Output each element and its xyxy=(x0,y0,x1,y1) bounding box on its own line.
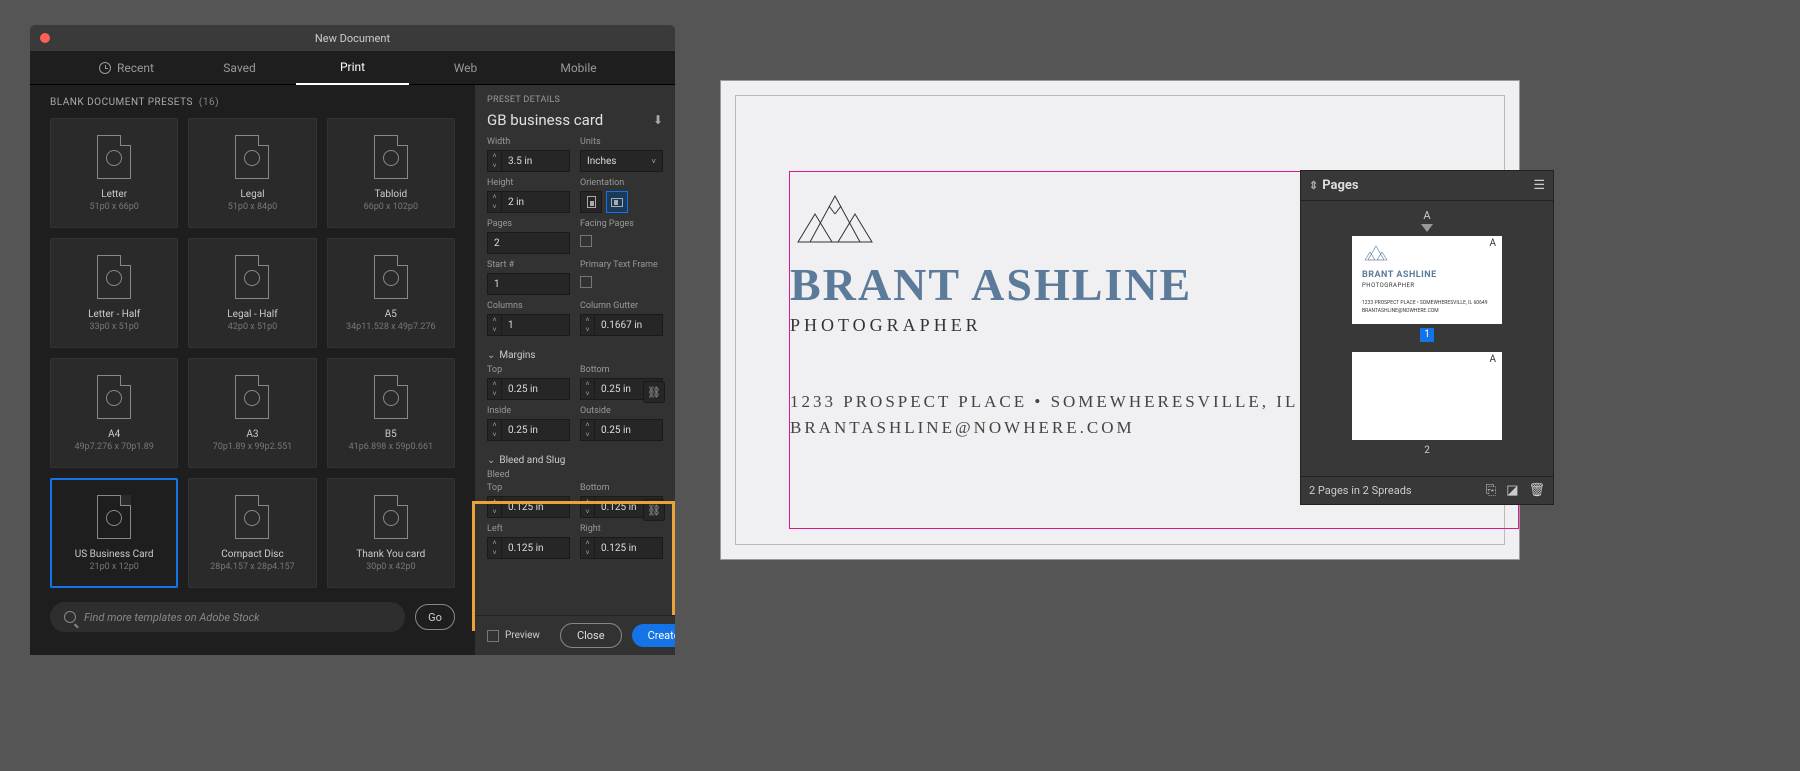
preset-a5[interactable]: A534p11.528 x 49p7.276 xyxy=(327,238,455,348)
tab-mobile[interactable]: Mobile xyxy=(522,51,635,85)
preset-compact-disc[interactable]: Compact Disc28p4.157 x 28p4.157 xyxy=(188,478,316,588)
facing-pages-checkbox[interactable] xyxy=(580,235,592,247)
close-button[interactable]: Close xyxy=(560,623,622,648)
preset-us-business-card[interactable]: US Business Card21p0 x 12p0 xyxy=(50,478,178,588)
bleed-right-input[interactable]: ˄˅0.125 in xyxy=(580,537,663,559)
document-icon xyxy=(235,255,269,299)
stock-search-input[interactable]: Find more templates on Adobe Stock xyxy=(50,602,405,632)
width-input[interactable]: ˄˅ 3.5 in xyxy=(487,150,570,172)
document-icon xyxy=(97,495,131,539)
pages-panel-footer: 2 Pages in 2 Spreads ⎘ ◪ 🗑 xyxy=(1301,476,1553,504)
mountain-logo-icon xyxy=(790,192,880,248)
landscape-icon xyxy=(611,198,623,207)
preset-a4[interactable]: A449p7.276 x 70p1.89 xyxy=(50,358,178,468)
orientation-landscape-button[interactable] xyxy=(606,191,628,213)
preset-thank-you-card[interactable]: Thank You card30p0 x 42p0 xyxy=(327,478,455,588)
document-icon xyxy=(235,495,269,539)
preset-details-panel: PRESET DETAILS GB business card ⬇ Width … xyxy=(475,85,675,655)
document-name-input[interactable]: GB business card xyxy=(487,111,603,129)
columns-input[interactable]: ˄˅ 1 xyxy=(487,314,570,336)
margins-section-toggle[interactable]: Margins xyxy=(487,350,663,361)
presets-header: BLANK DOCUMENT PRESETS (16) xyxy=(50,97,455,108)
preset-b5[interactable]: B541p6.898 x 59p0.661 xyxy=(327,358,455,468)
margin-top-input[interactable]: ˄˅0.25 in xyxy=(487,378,570,400)
go-button[interactable]: Go xyxy=(415,604,455,630)
preset-letter[interactable]: Letter51p0 x 66p0 xyxy=(50,118,178,228)
pages-input[interactable]: 2 xyxy=(487,232,570,254)
document-icon xyxy=(235,375,269,419)
document-icon xyxy=(374,495,408,539)
close-window-button[interactable] xyxy=(40,33,50,43)
category-tabs: Recent Saved Print Web Mobile xyxy=(30,51,675,85)
page-2-number[interactable]: 2 xyxy=(1420,444,1434,458)
search-icon xyxy=(64,611,76,623)
clock-icon xyxy=(99,62,111,74)
preset-details-label: PRESET DETAILS xyxy=(487,95,663,105)
page-2-thumbnail[interactable]: A xyxy=(1352,352,1502,440)
chevron-down-icon: ˅ xyxy=(651,157,656,166)
height-input[interactable]: ˄˅ 2 in xyxy=(487,191,570,213)
gutter-input[interactable]: ˄˅ 0.1667 in xyxy=(580,314,663,336)
save-preset-icon[interactable]: ⬇ xyxy=(653,113,663,127)
link-bleed-icon[interactable]: ⛓ xyxy=(643,499,665,521)
preview-checkbox[interactable] xyxy=(487,630,499,642)
document-icon xyxy=(374,255,408,299)
units-select[interactable]: Inches˅ xyxy=(580,150,663,172)
page-1-number[interactable]: 1 xyxy=(1420,328,1434,342)
preset-legal[interactable]: Legal51p0 x 84p0 xyxy=(188,118,316,228)
chevron-up-icon[interactable]: ˄ xyxy=(488,151,501,161)
edit-page-icon[interactable]: ⎘ xyxy=(1486,483,1496,498)
link-margins-icon[interactable]: ⛓ xyxy=(643,381,665,403)
pages-panel-title: Pages xyxy=(1309,178,1359,193)
pages-count-label: 2 Pages in 2 Spreads xyxy=(1309,484,1412,497)
tab-recent[interactable]: Recent xyxy=(70,51,183,85)
document-icon xyxy=(235,135,269,179)
margin-outside-input[interactable]: ˄˅0.25 in xyxy=(580,419,663,441)
document-icon xyxy=(374,375,408,419)
orientation-portrait-button[interactable] xyxy=(580,191,602,213)
triangle-icon xyxy=(1421,224,1433,232)
tab-saved[interactable]: Saved xyxy=(183,51,296,85)
dialog-title: New Document xyxy=(315,32,390,45)
portrait-icon xyxy=(587,196,596,208)
bleed-left-input[interactable]: ˄˅0.125 in xyxy=(487,537,570,559)
document-icon xyxy=(374,135,408,179)
page-1-thumbnail[interactable]: A BRANT ASHLINE PHOTOGRAPHER 1233 PROSPE… xyxy=(1352,236,1502,324)
new-page-icon[interactable]: ◪ xyxy=(1506,483,1518,498)
dialog-footer: Preview Close Create xyxy=(475,615,675,655)
tab-web[interactable]: Web xyxy=(409,51,522,85)
create-button[interactable]: Create xyxy=(632,624,675,647)
presets-area: BLANK DOCUMENT PRESETS (16) Letter51p0 x… xyxy=(30,85,475,655)
pages-panel: Pages ☰ A A BRANT ASHLINE PHOTOGRAPHER 1… xyxy=(1300,170,1554,505)
master-page-label: A xyxy=(1321,209,1533,222)
panel-menu-icon[interactable]: ☰ xyxy=(1533,178,1545,193)
primary-text-frame-checkbox[interactable] xyxy=(580,276,592,288)
preset-a3[interactable]: A370p1.89 x 99p2.551 xyxy=(188,358,316,468)
document-icon xyxy=(97,135,131,179)
mountain-logo-icon xyxy=(1362,244,1390,262)
new-document-dialog: New Document Recent Saved Print Web Mobi… xyxy=(30,25,675,655)
start-number-input[interactable]: 1 xyxy=(487,273,570,295)
preset-legal---half[interactable]: Legal - Half42p0 x 51p0 xyxy=(188,238,316,348)
document-icon xyxy=(97,375,131,419)
margin-inside-input[interactable]: ˄˅0.25 in xyxy=(487,419,570,441)
delete-page-icon[interactable]: 🗑 xyxy=(1528,483,1545,498)
tab-print[interactable]: Print xyxy=(296,51,409,85)
chevron-down-icon[interactable]: ˅ xyxy=(488,161,501,171)
preset-letter---half[interactable]: Letter - Half33p0 x 51p0 xyxy=(50,238,178,348)
preset-tabloid[interactable]: Tabloid66p0 x 102p0 xyxy=(327,118,455,228)
pages-panel-header[interactable]: Pages ☰ xyxy=(1301,171,1553,201)
bleed-top-input[interactable]: ˄˅0.125 in xyxy=(487,496,570,518)
dialog-titlebar: New Document xyxy=(30,25,675,51)
bleed-section-toggle[interactable]: Bleed and Slug xyxy=(487,455,663,466)
document-icon xyxy=(97,255,131,299)
